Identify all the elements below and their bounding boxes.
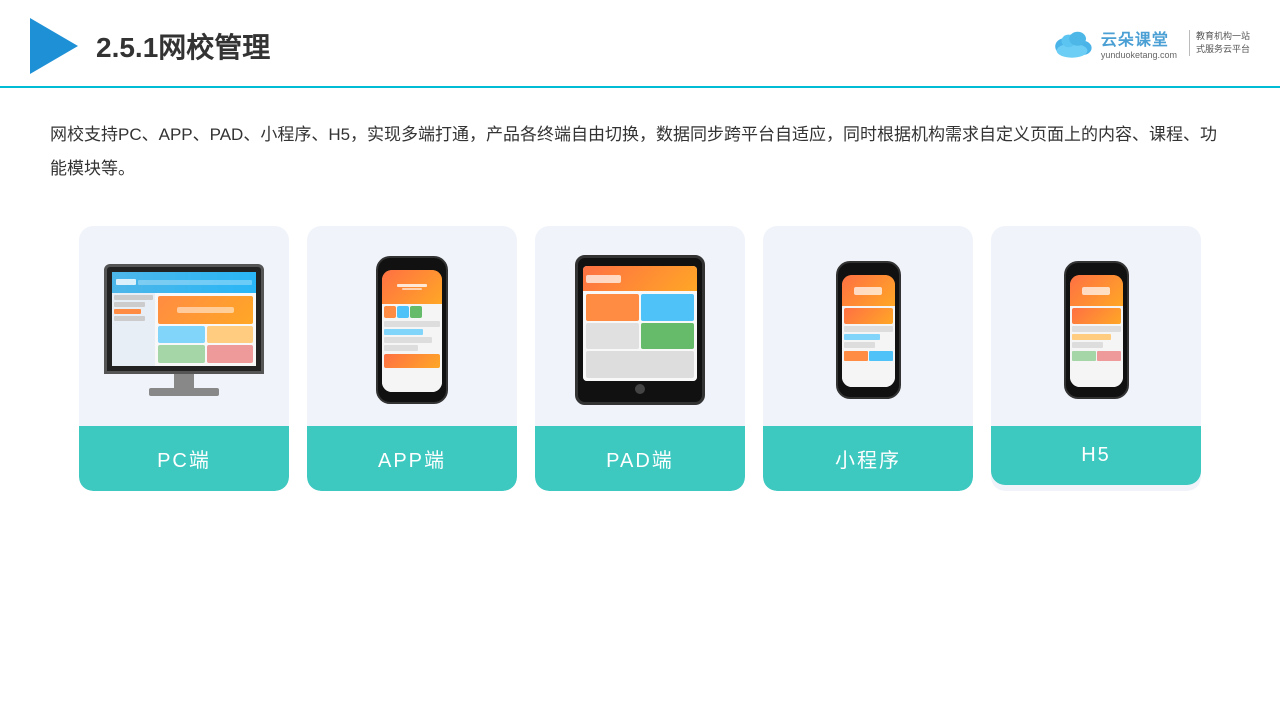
card-mini-label: 小程序 xyxy=(763,426,973,491)
pc-monitor xyxy=(104,264,264,374)
card-pc: PC端 xyxy=(79,226,289,491)
brand-domain: yunduoketang.com xyxy=(1101,50,1177,60)
phone-notch xyxy=(401,263,423,268)
card-pad-label: PAD端 xyxy=(535,426,745,491)
header: 2.5.1网校管理 云朵课堂 yunduoketang.com 教育机构一站 式… xyxy=(0,0,1280,88)
cloud-icon xyxy=(1051,28,1093,58)
brand-text-section: 云朵课堂 yunduoketang.com xyxy=(1101,26,1177,60)
card-pc-image xyxy=(79,226,289,426)
phone-screen xyxy=(382,270,442,392)
phone-screen-inner xyxy=(382,270,442,392)
pc-stand-neck xyxy=(174,374,194,388)
card-pc-label: PC端 xyxy=(79,426,289,491)
tablet-screen-inner xyxy=(583,266,697,381)
platform-cards: PC端 xyxy=(0,216,1280,511)
phone-content xyxy=(382,304,442,392)
card-app-image xyxy=(307,226,517,426)
phone-header xyxy=(382,270,442,304)
phone-screen-inner-h5 xyxy=(1070,275,1123,387)
card-pad-image xyxy=(535,226,745,426)
brand-name: 云朵课堂 xyxy=(1101,26,1177,50)
phone-notch-mini xyxy=(857,268,879,273)
phone-mockup-app xyxy=(376,256,448,404)
page-title: 2.5.1网校管理 xyxy=(96,26,270,66)
card-mini: 小程序 xyxy=(763,226,973,491)
card-pad: PAD端 xyxy=(535,226,745,491)
tablet-body xyxy=(583,291,697,381)
pc-stand-base xyxy=(149,388,219,396)
tablet-screen xyxy=(583,266,697,381)
card-app-label: APP端 xyxy=(307,426,517,491)
card-h5-label: H5 xyxy=(991,426,1201,485)
brand-logo: 云朵课堂 yunduoketang.com 教育机构一站 式服务云平台 xyxy=(1051,26,1250,60)
phone-mockup-mini xyxy=(836,261,901,399)
phone-screen-inner-mini xyxy=(842,275,895,387)
phone-screen-mini xyxy=(842,275,895,387)
card-app: APP端 xyxy=(307,226,517,491)
phone-notch-h5 xyxy=(1085,268,1107,273)
phone-header-h5 xyxy=(1070,275,1123,306)
tablet-mockup xyxy=(575,255,705,405)
card-mini-image xyxy=(763,226,973,426)
phone-mockup-h5 xyxy=(1064,261,1129,399)
phone-screen-h5 xyxy=(1070,275,1123,387)
card-h5: H5 xyxy=(991,226,1201,491)
phone-header-mini xyxy=(842,275,895,306)
pc-mockup xyxy=(104,264,264,396)
description-text: 网校支持PC、APP、PAD、小程序、H5，实现多端打通，产品各终端自由切换，数… xyxy=(0,88,1280,206)
brand-slogan: 教育机构一站 式服务云平台 xyxy=(1189,30,1250,55)
tablet-home-btn xyxy=(635,384,645,394)
tablet-header xyxy=(583,266,697,291)
phone-content-mini xyxy=(842,306,895,387)
logo-triangle-icon xyxy=(30,18,78,74)
phone-content-h5 xyxy=(1070,306,1123,387)
pc-screen xyxy=(112,272,256,366)
card-h5-image xyxy=(991,226,1201,426)
